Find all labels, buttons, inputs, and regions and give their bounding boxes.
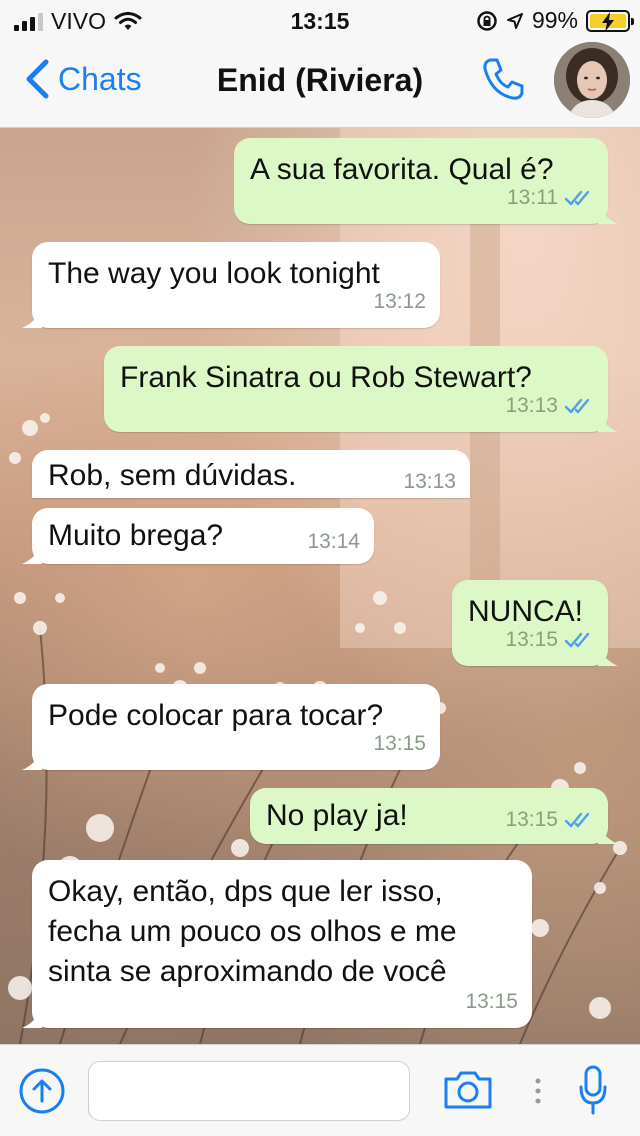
message-text: Muito brega? — [48, 519, 224, 552]
location-icon — [506, 12, 523, 29]
message-time: 13:15 — [465, 990, 518, 1013]
message-meta: 13:15 — [465, 982, 518, 1022]
message-meta: 13:15 — [505, 620, 594, 660]
microphone-button[interactable] — [578, 1065, 608, 1122]
message-text: Frank Sinatra ou Rob Stewart? — [120, 361, 532, 394]
message-time: 13:11 — [507, 186, 558, 209]
battery-charging-icon — [586, 9, 634, 32]
message-bubble-outgoing[interactable]: Frank Sinatra ou Rob Stewart? 13:13 — [104, 346, 618, 432]
chat-area[interactable]: A sua favorita. Qual é? 13:11 The way yo… — [0, 128, 640, 1044]
nav-bar: Chats Enid (Riviera) — [0, 40, 640, 128]
camera-icon — [444, 1071, 492, 1109]
message-time: 13:13 — [403, 470, 456, 493]
status-right: 99% — [476, 7, 634, 34]
bubble-tail — [598, 412, 618, 432]
message-bubble-incoming[interactable]: Muito brega? 13:14 — [22, 508, 374, 564]
message-bubble-outgoing[interactable]: No play ja! 13:15 — [250, 788, 618, 844]
double-check-icon — [564, 398, 590, 414]
battery-percent: 99% — [531, 7, 578, 33]
bubble-tail — [22, 1008, 42, 1028]
plus-icon — [19, 1068, 65, 1114]
message-bubble-incoming[interactable]: Rob, sem dúvidas. 13:13 — [32, 450, 470, 498]
camera-button[interactable] — [442, 1069, 494, 1116]
double-check-icon — [564, 812, 590, 828]
message-input[interactable] — [88, 1061, 410, 1121]
message-text: No play ja! — [266, 799, 408, 832]
more-button[interactable] — [534, 1077, 542, 1110]
message-text: Okay, então, dps que ler isso, fecha um … — [48, 875, 457, 988]
message-time: 13:15 — [373, 732, 426, 755]
bubble-tail — [22, 750, 42, 770]
bubble-tail — [598, 824, 618, 844]
message-text: Rob, sem dúvidas. — [48, 459, 297, 492]
message-time: 13:12 — [373, 290, 426, 313]
bubble-tail — [22, 544, 42, 564]
message-meta: 13:12 — [373, 282, 426, 322]
message-time: 13:14 — [307, 530, 360, 553]
message-bubble-incoming[interactable]: The way you look tonight 13:12 — [22, 242, 440, 328]
double-check-icon — [564, 632, 590, 648]
attach-button[interactable] — [18, 1067, 66, 1120]
input-bar — [0, 1044, 640, 1136]
message-meta: 13:14 — [307, 522, 360, 562]
status-bar: VIVO 13:15 99% — [0, 0, 640, 40]
message-bubble-outgoing[interactable]: NUNCA! 13:15 — [452, 580, 618, 666]
message-bubble-incoming[interactable]: Okay, então, dps que ler isso, fecha um … — [22, 860, 532, 1028]
message-meta: 13:11 — [507, 178, 594, 218]
chat-title[interactable]: Enid (Riviera) — [0, 62, 640, 99]
orientation-lock-icon — [477, 10, 497, 31]
message-meta: 13:13 — [505, 386, 594, 426]
phone-call-button[interactable] — [478, 54, 528, 109]
phone-icon — [483, 58, 524, 100]
message-time: 13:13 — [505, 394, 558, 417]
message-text: Pode colocar para tocar? — [48, 699, 384, 732]
microphone-icon — [579, 1065, 607, 1115]
bubble-tail — [598, 646, 618, 666]
message-bubble-incoming[interactable]: Pode colocar para tocar? 13:15 — [22, 684, 440, 770]
avatar[interactable] — [554, 42, 630, 118]
message-text: The way you look tonight — [48, 257, 380, 290]
message-meta: 13:15 — [373, 724, 426, 764]
bubble-tail — [22, 308, 42, 328]
double-check-icon — [564, 190, 590, 206]
message-bubble-outgoing[interactable]: A sua favorita. Qual é? 13:11 — [234, 138, 618, 224]
bubble-tail — [598, 204, 618, 224]
message-time: 13:15 — [505, 808, 558, 831]
message-meta: 13:13 — [403, 462, 456, 502]
message-time: 13:15 — [505, 628, 558, 651]
more-icon — [535, 1078, 541, 1104]
message-meta: 13:15 — [505, 800, 594, 840]
